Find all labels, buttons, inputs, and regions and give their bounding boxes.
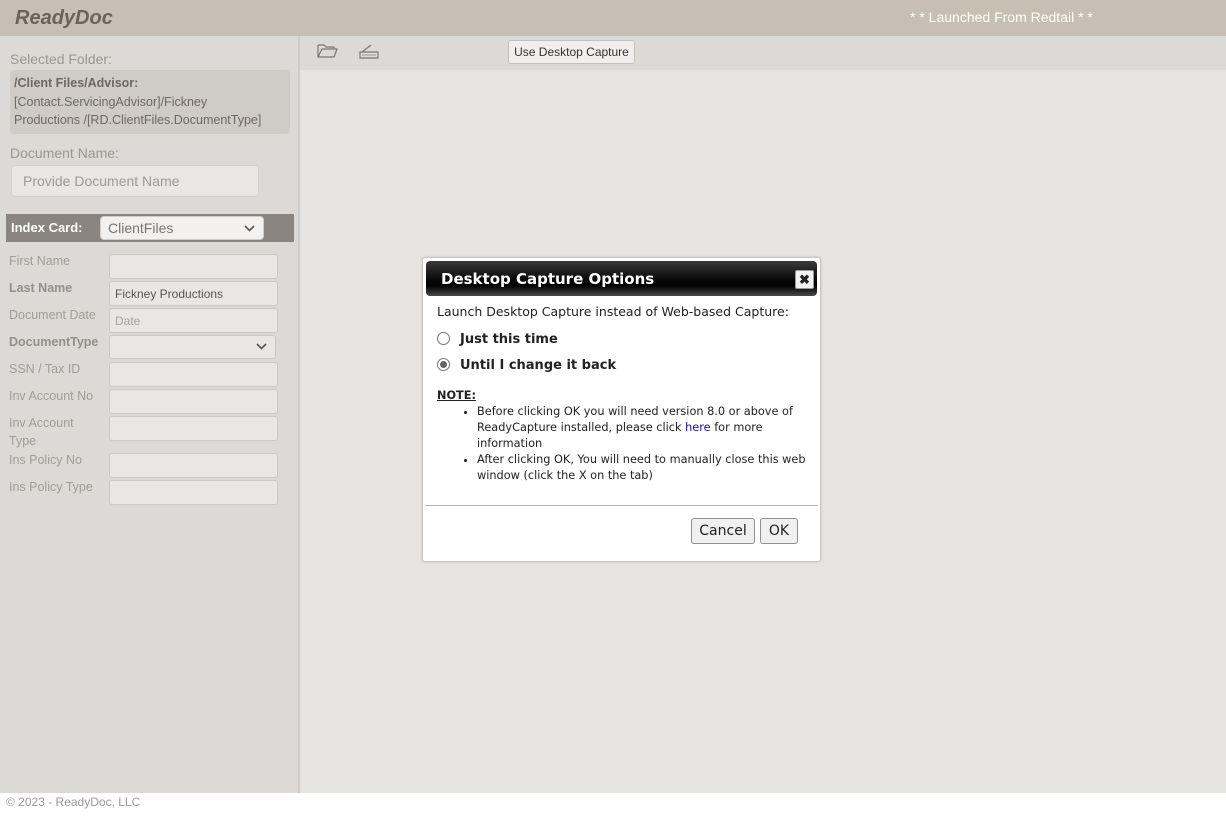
last-name-field[interactable]: Fickney Productions (109, 281, 278, 306)
first-name-field[interactable] (109, 254, 278, 279)
index-card-select[interactable]: ClientFiles (100, 216, 264, 240)
capture-toolbar: Use Desktop Capture (300, 36, 1226, 70)
inv-account-type-label: Inv Account Type (9, 416, 74, 448)
close-icon[interactable]: ✖ (795, 270, 814, 289)
folder-line: /Client Files/Advisor: (14, 76, 139, 90)
ssn-tax-id-field[interactable] (109, 362, 278, 387)
desktop-capture-options-dialog: Desktop Capture Options ✖ Launch Desktop… (422, 257, 821, 562)
folder-line: Productions /[RD.ClientFiles.DocumentTyp… (14, 113, 262, 127)
copyright-text: © 2023 - ReadyDoc, LLC (6, 795, 141, 809)
index-card-label: Index Card: (11, 220, 83, 235)
chevron-down-icon (256, 338, 267, 357)
note-item: After clicking OK, You will need to manu… (477, 452, 807, 484)
note-item: Before clicking OK you will need version… (477, 404, 807, 452)
ins-policy-no-field[interactable] (109, 453, 278, 478)
selected-folder-path: /Client Files/Advisor: [Contact.Servicin… (10, 70, 290, 134)
ins-policy-type-field[interactable] (109, 480, 278, 505)
here-link[interactable]: here (685, 421, 710, 434)
cancel-button[interactable]: Cancel (691, 518, 755, 544)
ok-button[interactable]: OK (760, 518, 798, 544)
inv-account-no-field[interactable] (109, 389, 278, 414)
document-date-label: Document Date (9, 308, 96, 322)
document-type-select[interactable] (109, 335, 276, 359)
brand-logo: ReadyDoc (15, 7, 113, 29)
first-name-label: First Name (9, 254, 71, 268)
index-card-value: ClientFiles (108, 220, 174, 236)
until-change-back-label[interactable]: Until I change it back (460, 358, 616, 373)
note-heading: NOTE: (437, 389, 476, 402)
dialog-prompt: Launch Desktop Capture instead of Web-ba… (437, 304, 789, 319)
use-desktop-capture-button[interactable]: Use Desktop Capture (508, 40, 635, 64)
chevron-down-icon (244, 220, 255, 239)
launched-from-banner: * * Launched From Redtail * * (910, 9, 1093, 25)
document-name-input[interactable]: Provide Document Name (11, 165, 259, 197)
document-name-label: Document Name: (10, 145, 119, 161)
folder-line: [Contact.ServicingAdvisor]/Fickney (14, 94, 208, 109)
just-this-time-radio[interactable] (437, 332, 450, 345)
folder-open-icon[interactable] (316, 41, 340, 61)
panel-divider[interactable] (298, 36, 300, 793)
left-panel: Selected Folder: /Client Files/Advisor: … (0, 36, 298, 793)
just-this-time-label[interactable]: Just this time (460, 332, 558, 347)
document-type-label: DocumentType (9, 335, 99, 349)
inv-account-no-label: Inv Account No (9, 389, 94, 403)
last-name-label: Last Name (9, 281, 73, 295)
ssn-tax-id-label: SSN / Tax ID (9, 362, 81, 376)
ins-policy-type-label: Ins Policy Type (9, 480, 93, 494)
app-footer: © 2023 - ReadyDoc, LLC (0, 793, 1226, 818)
ins-policy-no-label: Ins Policy No (9, 453, 82, 467)
document-date-field[interactable]: Date (109, 308, 278, 333)
until-change-back-radio[interactable] (437, 358, 450, 371)
note-list: Before clicking OK you will need version… (457, 404, 807, 484)
dialog-titlebar[interactable]: Desktop Capture Options ✖ (426, 261, 817, 296)
index-card-bar: Index Card: ClientFiles (6, 214, 294, 242)
inv-account-type-field[interactable] (109, 416, 278, 441)
dialog-title: Desktop Capture Options (441, 270, 655, 288)
app-header: ReadyDoc * * Launched From Redtail * * (0, 0, 1226, 36)
selected-folder-label: Selected Folder: (10, 51, 112, 67)
scanner-icon[interactable] (357, 41, 381, 61)
dialog-separator (425, 505, 818, 506)
